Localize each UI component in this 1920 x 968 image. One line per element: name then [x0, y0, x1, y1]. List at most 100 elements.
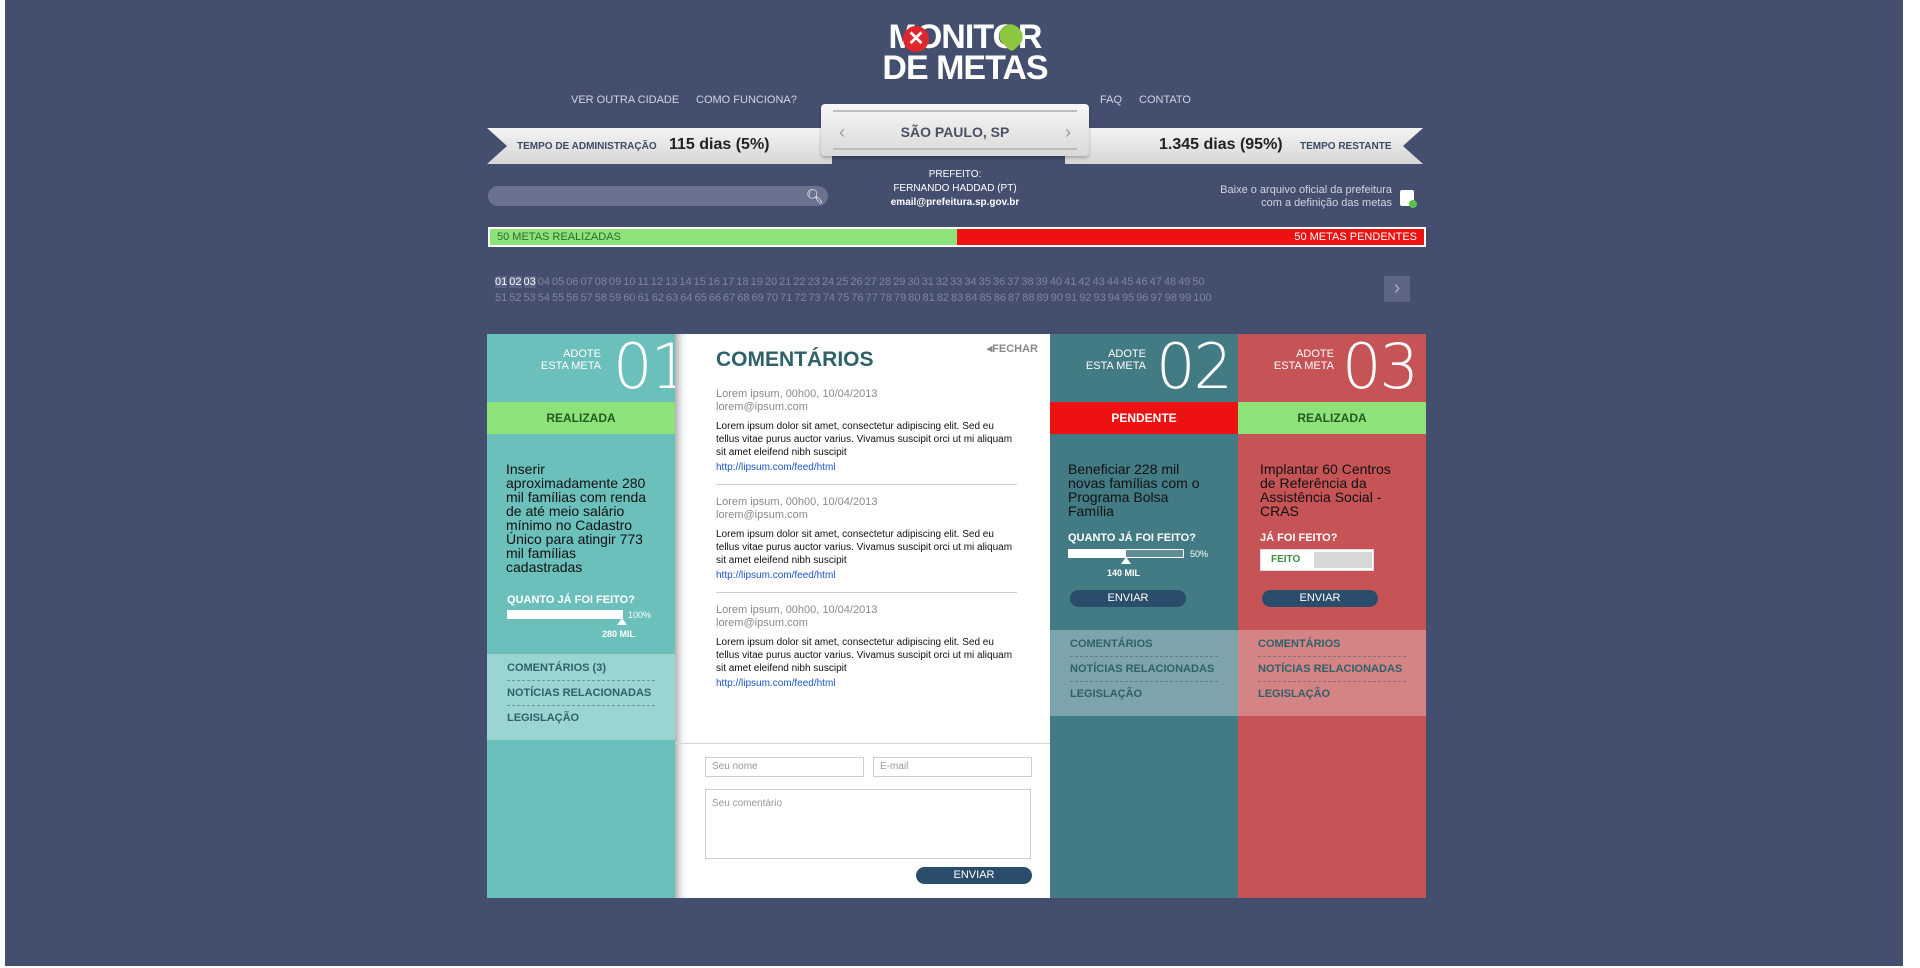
comment-link[interactable]: http://lipsum.com/feed/html [716, 462, 1017, 473]
pager-item-34[interactable]: 34 [964, 276, 976, 288]
email-field[interactable]: E-mail [873, 757, 1032, 777]
pager-item-31[interactable]: 31 [922, 276, 934, 288]
pager-item-68[interactable]: 68 [737, 292, 749, 304]
comment-link[interactable]: http://lipsum.com/feed/html [716, 678, 1017, 689]
link-related-news[interactable]: NOTÍCIAS RELACIONADAS [507, 681, 655, 706]
pager-item-71[interactable]: 71 [780, 292, 792, 304]
pager-item-15[interactable]: 15 [694, 276, 706, 288]
link-legislation[interactable]: LEGISLAÇÃO [1258, 682, 1406, 706]
pager-item-47[interactable]: 47 [1150, 276, 1162, 288]
pager-item-57[interactable]: 57 [581, 292, 593, 304]
nav-faq[interactable]: FAQ [1100, 94, 1122, 106]
pager-item-13[interactable]: 13 [665, 276, 677, 288]
pager-item-63[interactable]: 63 [666, 292, 678, 304]
pager-item-04[interactable]: 04 [538, 276, 550, 288]
pager-item-83[interactable]: 83 [951, 292, 963, 304]
pager-item-89[interactable]: 89 [1037, 292, 1049, 304]
pager-item-12[interactable]: 12 [651, 276, 663, 288]
pager-item-03[interactable]: 03 [523, 276, 536, 288]
pager-item-81[interactable]: 81 [923, 292, 935, 304]
comment-textarea[interactable]: Seu comentário [705, 789, 1031, 859]
pager-item-10[interactable]: 10 [623, 276, 635, 288]
pager-item-43[interactable]: 43 [1093, 276, 1105, 288]
pager-item-30[interactable]: 30 [907, 276, 919, 288]
pager-item-58[interactable]: 58 [595, 292, 607, 304]
pager-item-40[interactable]: 40 [1050, 276, 1062, 288]
adopt-goal-button[interactable]: ADOTE ESTA META [1070, 348, 1146, 372]
pager-item-08[interactable]: 08 [595, 276, 607, 288]
pager-item-37[interactable]: 37 [1007, 276, 1019, 288]
pager-item-66[interactable]: 66 [709, 292, 721, 304]
pager-item-27[interactable]: 27 [865, 276, 877, 288]
adopt-goal-button[interactable]: ADOTE ESTA META [507, 348, 601, 372]
pager-item-70[interactable]: 70 [766, 292, 778, 304]
pager-item-53[interactable]: 53 [524, 292, 536, 304]
pager-item-19[interactable]: 19 [751, 276, 763, 288]
pager-item-33[interactable]: 33 [950, 276, 962, 288]
pager-item-29[interactable]: 29 [893, 276, 905, 288]
pager-item-62[interactable]: 62 [652, 292, 664, 304]
pager-item-78[interactable]: 78 [880, 292, 892, 304]
pager-item-02[interactable]: 02 [509, 276, 522, 288]
nav-how-it-works[interactable]: COMO FUNCIONA? [696, 94, 797, 106]
pager-item-51[interactable]: 51 [495, 292, 507, 304]
link-comments[interactable]: COMENTÁRIOS [1070, 632, 1218, 657]
close-button[interactable]: ◂FECHAR [987, 342, 1038, 355]
pager-item-36[interactable]: 36 [993, 276, 1005, 288]
nav-other-city[interactable]: VER OUTRA CIDADE [571, 94, 679, 106]
pager-item-46[interactable]: 46 [1135, 276, 1147, 288]
pager-item-77[interactable]: 77 [866, 292, 878, 304]
done-toggle[interactable]: FEITO [1260, 549, 1374, 571]
pager-item-32[interactable]: 32 [936, 276, 948, 288]
pager-item-14[interactable]: 14 [679, 276, 691, 288]
search-input[interactable] [488, 186, 828, 206]
pager-item-91[interactable]: 91 [1065, 292, 1077, 304]
pager-item-18[interactable]: 18 [736, 276, 748, 288]
pager-item-55[interactable]: 55 [552, 292, 564, 304]
logo[interactable]: MONITOR DE METAS ✕ [855, 19, 1075, 88]
pager-item-79[interactable]: 79 [894, 292, 906, 304]
pager-item-26[interactable]: 26 [850, 276, 862, 288]
pager-item-76[interactable]: 76 [851, 292, 863, 304]
search-icon[interactable]: 🔍︎ [806, 188, 824, 205]
pager-item-93[interactable]: 93 [1094, 292, 1106, 304]
pager-item-86[interactable]: 86 [994, 292, 1006, 304]
pager-item-72[interactable]: 72 [794, 292, 806, 304]
pager-item-74[interactable]: 74 [823, 292, 835, 304]
pager-item-52[interactable]: 52 [509, 292, 521, 304]
pager-item-60[interactable]: 60 [623, 292, 635, 304]
pager-item-49[interactable]: 49 [1178, 276, 1190, 288]
link-legislation[interactable]: LEGISLAÇÃO [507, 706, 655, 730]
pager-item-39[interactable]: 39 [1036, 276, 1048, 288]
pager-item-25[interactable]: 25 [836, 276, 848, 288]
pager-item-45[interactable]: 45 [1121, 276, 1133, 288]
pager-item-94[interactable]: 94 [1108, 292, 1120, 304]
pager-item-99[interactable]: 99 [1179, 292, 1191, 304]
pager-item-20[interactable]: 20 [765, 276, 777, 288]
pager-item-17[interactable]: 17 [722, 276, 734, 288]
pager-item-96[interactable]: 96 [1136, 292, 1148, 304]
pager-item-01[interactable]: 01 [495, 276, 508, 288]
mayor-email[interactable]: email@prefeitura.sp.gov.br [865, 196, 1045, 210]
adopt-goal-button[interactable]: ADOTE ESTA META [1258, 348, 1334, 372]
pager-item-98[interactable]: 98 [1165, 292, 1177, 304]
link-related-news[interactable]: NOTÍCIAS RELACIONADAS [1070, 657, 1218, 682]
pager-item-88[interactable]: 88 [1022, 292, 1034, 304]
pager-item-61[interactable]: 61 [638, 292, 650, 304]
pager-item-35[interactable]: 35 [979, 276, 991, 288]
pager-item-41[interactable]: 41 [1064, 276, 1076, 288]
pager-item-11[interactable]: 11 [638, 276, 649, 288]
pager-item-85[interactable]: 85 [980, 292, 992, 304]
pager-item-65[interactable]: 65 [695, 292, 707, 304]
link-legislation[interactable]: LEGISLAÇÃO [1070, 682, 1218, 706]
pager-item-44[interactable]: 44 [1107, 276, 1119, 288]
pager-item-48[interactable]: 48 [1164, 276, 1176, 288]
pager-item-09[interactable]: 09 [609, 276, 621, 288]
pager-item-67[interactable]: 67 [723, 292, 735, 304]
link-comments[interactable]: COMENTÁRIOS (3) [507, 656, 655, 681]
link-comments[interactable]: COMENTÁRIOS [1258, 632, 1406, 657]
pager-item-28[interactable]: 28 [879, 276, 891, 288]
next-city-icon[interactable]: › [1065, 122, 1071, 143]
pager-item-21[interactable]: 21 [779, 276, 791, 288]
pager-item-38[interactable]: 38 [1021, 276, 1033, 288]
